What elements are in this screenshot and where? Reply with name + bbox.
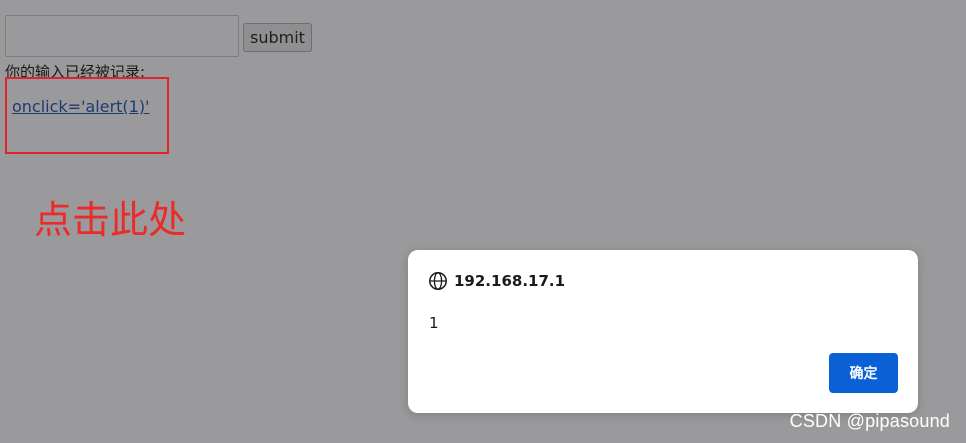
page: submit 你的输入已经被记录: onclick='alert(1)' 点击此… xyxy=(0,0,966,443)
alert-dialog: 192.168.17.1 1 确定 xyxy=(408,250,918,413)
annotation-highlight-box xyxy=(5,77,169,154)
dialog-origin: 192.168.17.1 xyxy=(454,272,566,290)
dialog-header: 192.168.17.1 xyxy=(428,270,565,292)
text-input[interactable] xyxy=(5,15,239,57)
submit-button[interactable]: submit xyxy=(243,23,312,52)
ok-button[interactable]: 确定 xyxy=(829,353,898,393)
globe-icon xyxy=(428,271,448,291)
dialog-message: 1 xyxy=(429,314,439,332)
annotation-click-here: 点击此处 xyxy=(34,198,187,242)
watermark: CSDN @pipasound xyxy=(789,411,950,431)
